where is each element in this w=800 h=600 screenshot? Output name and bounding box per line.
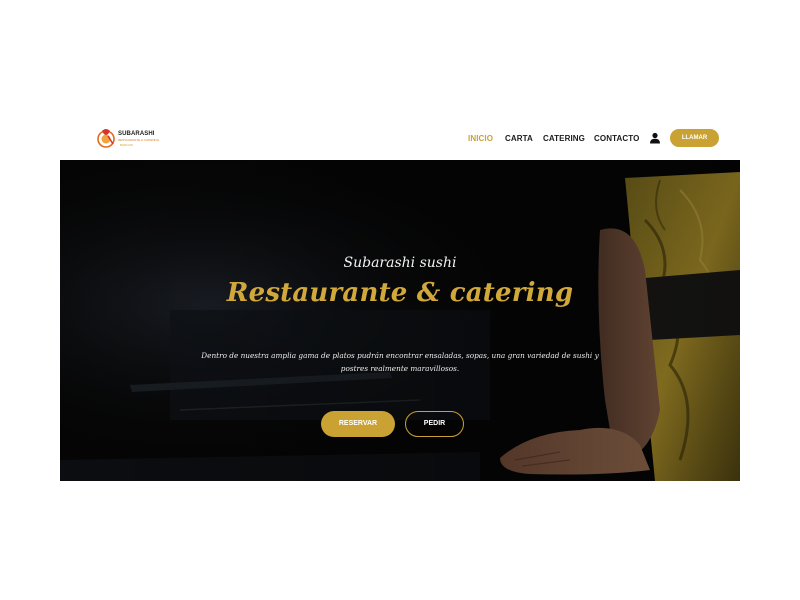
reservar-button[interactable]: RESERVAR [321, 411, 395, 437]
hero-headline: Restaurante & catering [226, 278, 574, 308]
hero-description-line-2: postres realmente maravillosos. [340, 364, 460, 373]
logo-subtitle: RESTAURANTE & CATERING [118, 138, 160, 142]
hero-background-image [60, 160, 740, 481]
pedir-button[interactable]: PEDIR [405, 411, 464, 437]
site-header: SUBARASHI RESTAURANTE & CATERING BURGOS … [60, 118, 740, 160]
call-button[interactable]: LLAMAR [670, 129, 719, 147]
logo-icon [97, 129, 115, 148]
logo-subtitle-2: BURGOS [120, 143, 134, 147]
hero-section: Subarashi sushi Restaurante & catering D… [60, 160, 740, 481]
user-icon[interactable] [649, 132, 661, 144]
hero-description-line-1: Dentro de nuestra amplia gama de platos … [201, 351, 599, 360]
logo-name: SUBARASHI [118, 131, 155, 137]
nav-item-catering[interactable]: CATERING [543, 134, 585, 143]
logo[interactable]: SUBARASHI RESTAURANTE & CATERING BURGOS [96, 126, 160, 152]
nav-item-inicio[interactable]: INICIO [468, 134, 493, 143]
hero-description: Dentro de nuestra amplia gama de platos … [200, 349, 600, 375]
nav-item-carta[interactable]: CARTA [505, 134, 533, 143]
hero-tagline: Subarashi sushi [343, 255, 457, 271]
nav-item-contacto[interactable]: CONTACTO [594, 134, 639, 143]
